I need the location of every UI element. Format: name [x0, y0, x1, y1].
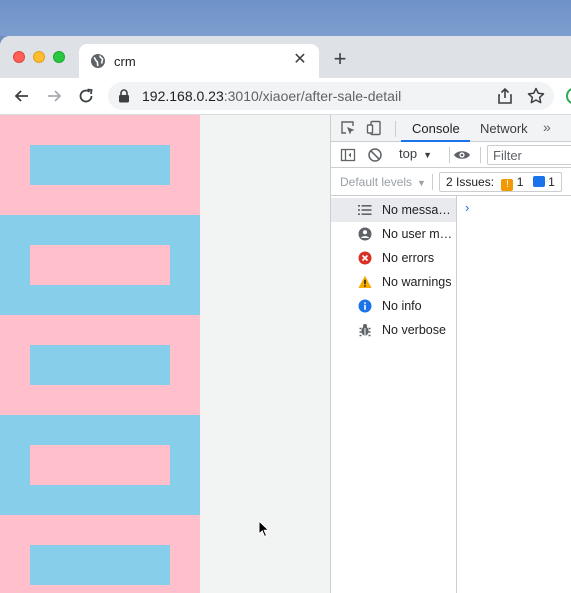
browser-window: crm ✕ + 192.168.0.23:3010/xiaoer/after-s…	[0, 36, 571, 593]
divider	[395, 121, 396, 137]
sidebar-item-verbose[interactable]: No verbose	[331, 318, 456, 342]
sidebar-item-warnings[interactable]: No warnings	[331, 270, 456, 294]
sidebar-toggle-icon[interactable]	[340, 147, 356, 163]
issues-label: 2 Issues:	[446, 175, 495, 189]
back-icon[interactable]	[12, 86, 32, 106]
globe-icon	[91, 54, 105, 68]
sidebar-item-errors[interactable]: No errors	[331, 246, 456, 270]
tab-strip: crm ✕ +	[0, 36, 571, 78]
user-icon	[358, 227, 372, 241]
stripe-inner-box	[30, 345, 170, 385]
divider	[480, 147, 481, 163]
sidebar-item-label: No warnings	[382, 275, 452, 289]
clear-console-icon[interactable]	[367, 147, 383, 163]
stripe-block	[0, 315, 200, 415]
stripe-block	[0, 415, 200, 515]
sidebar-item-label: No errors	[382, 251, 435, 265]
reload-icon[interactable]	[76, 86, 96, 106]
info-issue-icon	[532, 176, 545, 187]
sidebar-item-user-messages[interactable]: No user messages	[331, 222, 456, 246]
tab-network[interactable]: Network	[480, 121, 528, 136]
maximize-window-button[interactable]	[53, 51, 65, 63]
devtools-panel: Console Network » top ▼ Filter Default l…	[330, 115, 571, 593]
sidebar-item-label: No user messages	[382, 227, 456, 241]
inspect-element-icon[interactable]	[340, 120, 356, 136]
sidebar-item-label: No info	[382, 299, 422, 313]
warning-icon	[358, 275, 372, 288]
divider	[432, 174, 433, 190]
forward-icon[interactable]	[44, 86, 64, 106]
default-levels-dropdown[interactable]: Default levels ▼	[340, 175, 426, 189]
stripe-inner-box	[30, 145, 170, 185]
console-sidebar: No messages No user messages No errors	[331, 196, 457, 593]
desktop-background	[0, 0, 571, 36]
bug-icon	[359, 324, 371, 337]
stripe-inner-box	[30, 545, 170, 585]
default-levels-label: Default levels	[340, 175, 413, 189]
error-icon	[358, 251, 372, 265]
browser-toolbar: 192.168.0.23:3010/xiaoer/after-sale-deta…	[0, 78, 571, 115]
bookmark-star-icon[interactable]	[526, 86, 546, 106]
info-issue-count: 1	[548, 175, 555, 189]
address-bar[interactable]: 192.168.0.23:3010/xiaoer/after-sale-deta…	[108, 82, 554, 110]
sidebar-item-info[interactable]: No info	[331, 294, 456, 318]
profile-icon[interactable]	[566, 88, 571, 104]
url-host: 192.168.0.23	[142, 88, 224, 104]
context-select[interactable]: top ▼	[399, 146, 432, 164]
stripe-inner-box	[30, 245, 170, 285]
chevron-down-icon: ▼	[417, 178, 426, 188]
url-path: :3010/xiaoer/after-sale-detail	[223, 88, 402, 104]
device-toolbar-icon[interactable]	[366, 120, 382, 136]
list-icon	[358, 205, 372, 215]
divider	[449, 147, 450, 163]
share-icon[interactable]	[496, 87, 514, 105]
warning-issue-icon: !	[501, 179, 514, 191]
sidebar-item-messages[interactable]: No messages	[331, 198, 456, 222]
context-select-value: top	[399, 146, 418, 161]
eye-icon[interactable]	[453, 147, 471, 163]
stripe-inner-box	[30, 445, 170, 485]
issues-button[interactable]: 2 Issues: ! 1 1	[439, 172, 562, 192]
more-tabs-icon[interactable]: »	[543, 119, 551, 135]
tab-console[interactable]: Console	[412, 121, 460, 136]
console-output[interactable]: ›	[457, 196, 571, 593]
stripe-block	[0, 215, 200, 315]
mouse-cursor-icon	[258, 520, 270, 538]
stripe-block	[0, 515, 200, 593]
chevron-down-icon: ▼	[423, 150, 432, 160]
url-text: 192.168.0.23:3010/xiaoer/after-sale-deta…	[142, 88, 401, 104]
console-subtoolbar: Default levels ▼ 2 Issues: ! 1 1	[331, 168, 571, 196]
close-window-button[interactable]	[13, 51, 25, 63]
minimize-window-button[interactable]	[33, 51, 45, 63]
tab-title: crm	[114, 54, 136, 69]
console-prompt-icon: ›	[465, 200, 470, 215]
stripe-block	[0, 115, 200, 215]
info-icon	[358, 299, 372, 313]
new-tab-button[interactable]: +	[330, 48, 350, 70]
lock-icon[interactable]	[118, 89, 130, 103]
page-viewport	[0, 115, 330, 593]
console-toolbar: top ▼	[331, 142, 571, 168]
tab-close-icon[interactable]: ✕	[291, 51, 309, 69]
warning-issue-count: 1	[516, 175, 524, 189]
devtools-tabbar: Console Network »	[331, 115, 571, 142]
filter-input[interactable]	[487, 145, 571, 165]
sidebar-item-label: No messages	[382, 203, 456, 217]
sidebar-item-label: No verbose	[382, 323, 446, 337]
stripe-list	[0, 115, 200, 593]
tab-crm[interactable]: crm ✕	[79, 44, 319, 78]
